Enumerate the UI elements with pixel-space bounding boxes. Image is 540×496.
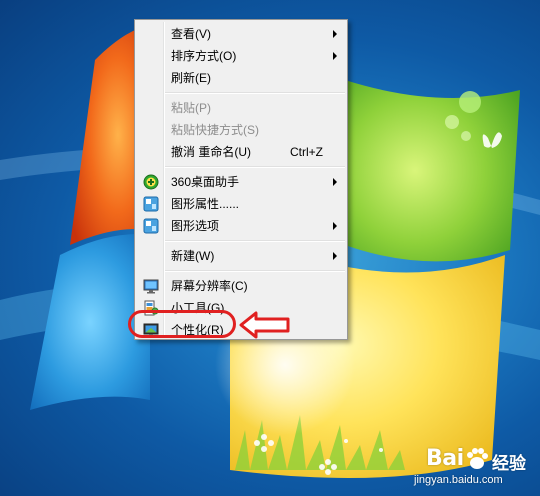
menu-item-sort-by[interactable]: 排序方式(O) bbox=[137, 45, 345, 67]
menu-item-label: 排序方式(O) bbox=[171, 49, 237, 63]
submenu-arrow-icon bbox=[333, 252, 337, 260]
menu-separator bbox=[165, 240, 345, 242]
menu-separator bbox=[165, 166, 345, 168]
menu-item-undo-rename[interactable]: 撤消 重命名(U) Ctrl+Z bbox=[137, 141, 345, 163]
menu-item-graphics-properties[interactable]: 图形属性...... bbox=[137, 193, 345, 215]
submenu-arrow-icon bbox=[333, 30, 337, 38]
menu-item-label: 粘贴(P) bbox=[171, 101, 211, 115]
menu-item-label: 撤消 重命名(U) bbox=[171, 145, 251, 159]
watermark-brand-cn: 经验 bbox=[492, 454, 526, 473]
menu-item-shortcut: Ctrl+Z bbox=[290, 145, 323, 159]
submenu-arrow-icon bbox=[333, 222, 337, 230]
graphics-properties-icon bbox=[143, 196, 159, 212]
paw-icon bbox=[467, 448, 488, 469]
menu-item-360-assistant[interactable]: 360桌面助手 bbox=[137, 171, 345, 193]
baidu-jingyan-watermark: Bai 经验 jingyan.baidu.com bbox=[410, 440, 535, 492]
submenu-arrow-icon bbox=[333, 178, 337, 186]
menu-item-paste-shortcut[interactable]: 粘贴快捷方式(S) bbox=[137, 119, 345, 141]
menu-item-label: 查看(V) bbox=[171, 27, 211, 41]
watermark-url: jingyan.baidu.com bbox=[414, 474, 503, 486]
watermark-brand: Bai bbox=[426, 446, 464, 471]
menu-item-new[interactable]: 新建(W) bbox=[137, 245, 345, 267]
menu-item-screen-resolution[interactable]: 屏幕分辨率(C) bbox=[137, 275, 345, 297]
menu-item-label: 360桌面助手 bbox=[171, 175, 240, 189]
menu-item-refresh[interactable]: 刷新(E) bbox=[137, 67, 345, 89]
screen-resolution-icon bbox=[143, 279, 159, 294]
menu-item-label: 新建(W) bbox=[171, 249, 215, 263]
menu-item-label: 刷新(E) bbox=[171, 71, 211, 85]
annotation-highlight-ring bbox=[128, 310, 236, 338]
menu-separator bbox=[165, 92, 345, 94]
menu-item-label: 图形选项 bbox=[171, 219, 220, 233]
desktop-context-menu: 查看(V) 排序方式(O) 刷新(E) 粘贴(P) 粘贴快捷方式(S) 撤消 重… bbox=[134, 19, 348, 340]
menu-item-label: 屏幕分辨率(C) bbox=[171, 279, 248, 293]
graphics-options-icon bbox=[143, 218, 159, 234]
360-assistant-icon bbox=[143, 174, 159, 190]
menu-item-view[interactable]: 查看(V) bbox=[137, 23, 345, 45]
menu-item-paste[interactable]: 粘贴(P) bbox=[137, 97, 345, 119]
menu-item-graphics-options[interactable]: 图形选项 bbox=[137, 215, 345, 237]
menu-separator bbox=[165, 270, 345, 272]
menu-item-label: 粘贴快捷方式(S) bbox=[171, 123, 259, 137]
submenu-arrow-icon bbox=[333, 52, 337, 60]
menu-item-label: 图形属性...... bbox=[171, 197, 240, 211]
annotation-arrow-icon bbox=[239, 311, 290, 339]
